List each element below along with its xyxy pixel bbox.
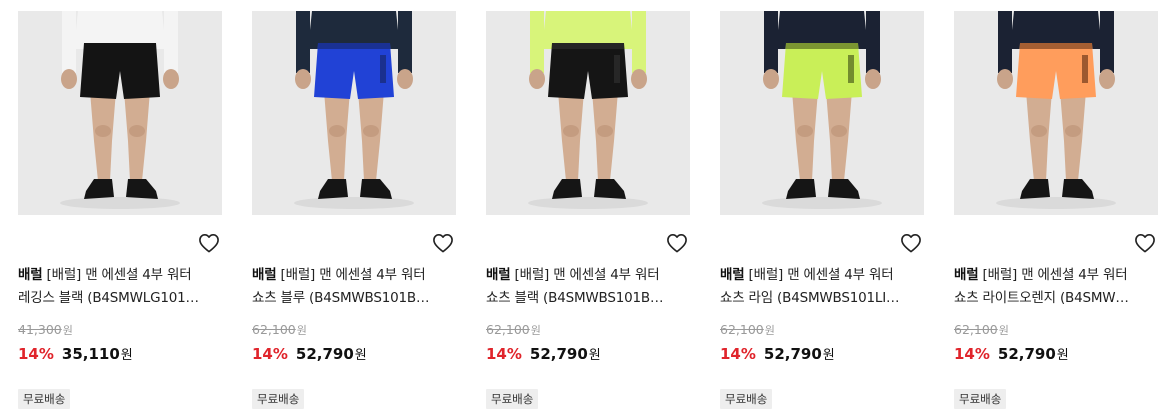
discount-rate: 14%	[720, 345, 756, 363]
free-shipping-badge: 무료배송	[486, 389, 539, 409]
model-photo	[486, 11, 690, 215]
product-image[interactable]	[720, 11, 924, 215]
sale-price-line: 14% 52,790원	[252, 345, 367, 363]
product-title[interactable]: 배럴 [배럴] 맨 에센셜 4부 워터 쇼츠 블랙 (B4SMWBS101B…	[486, 264, 692, 310]
product-card[interactable]: 배럴 [배럴] 맨 에센셜 4부 워터 쇼츠 라임 (B4SMWBS101LI……	[720, 11, 924, 409]
discount-rate: 14%	[954, 345, 990, 363]
original-price: 41,300원	[18, 322, 73, 337]
free-shipping-badge: 무료배송	[18, 389, 71, 409]
heart-outline-icon[interactable]	[666, 233, 688, 253]
discount-rate: 14%	[252, 345, 288, 363]
sale-price: 52,790	[529, 345, 588, 363]
product-name-line2: 쇼츠 블루 (B4SMWBS101B…	[252, 290, 430, 306]
sale-price-line: 14% 52,790원	[720, 345, 835, 363]
brand-name: 배럴	[252, 267, 277, 283]
product-name-line1: [배럴] 맨 에센셜 4부 워터	[514, 267, 660, 283]
brand-name: 배럴	[954, 267, 979, 283]
product-title[interactable]: 배럴 [배럴] 맨 에센셜 4부 워터 쇼츠 라임 (B4SMWBS101LI…	[720, 264, 926, 310]
product-name-line1: [배럴] 맨 에센셜 4부 워터	[46, 267, 192, 283]
free-shipping-badge: 무료배송	[720, 389, 773, 409]
discount-rate: 14%	[486, 345, 522, 363]
product-name-line2: 레깅스 블랙 (B4SMWLG101…	[18, 290, 199, 306]
product-image[interactable]	[252, 11, 456, 215]
product-image[interactable]	[18, 11, 222, 215]
product-card[interactable]: 배럴 [배럴] 맨 에센셜 4부 워터 쇼츠 블랙 (B4SMWBS101B… …	[486, 11, 690, 409]
product-image[interactable]	[954, 11, 1158, 215]
product-grid: 배럴 [배럴] 맨 에센셜 4부 워터 레깅스 블랙 (B4SMWLG101… …	[0, 0, 1164, 412]
heart-outline-icon[interactable]	[198, 233, 220, 253]
product-title[interactable]: 배럴 [배럴] 맨 에센셜 4부 워터 쇼츠 블루 (B4SMWBS101B…	[252, 264, 458, 310]
model-photo	[954, 11, 1158, 215]
product-name-line2: 쇼츠 라이트오렌지 (B4SMW…	[954, 290, 1129, 306]
original-price: 62,100원	[954, 322, 1009, 337]
product-card[interactable]: 배럴 [배럴] 맨 에센셜 4부 워터 쇼츠 블루 (B4SMWBS101B… …	[252, 11, 456, 409]
sale-price-line: 14% 35,110원	[18, 345, 133, 363]
model-photo	[18, 11, 222, 215]
brand-name: 배럴	[720, 267, 745, 283]
heart-outline-icon[interactable]	[900, 233, 922, 253]
product-title[interactable]: 배럴 [배럴] 맨 에센셜 4부 워터 쇼츠 라이트오렌지 (B4SMW…	[954, 264, 1160, 310]
brand-name: 배럴	[18, 267, 43, 283]
product-name-line2: 쇼츠 라임 (B4SMWBS101LI…	[720, 290, 900, 306]
sale-price-line: 14% 52,790원	[954, 345, 1069, 363]
product-name-line1: [배럴] 맨 에센셜 4부 워터	[982, 267, 1128, 283]
sale-price: 52,790	[295, 345, 354, 363]
sale-price: 35,110	[61, 345, 120, 363]
sale-price-line: 14% 52,790원	[486, 345, 601, 363]
model-photo	[720, 11, 924, 215]
product-image[interactable]	[486, 11, 690, 215]
product-name-line1: [배럴] 맨 에센셜 4부 워터	[280, 267, 426, 283]
product-card[interactable]: 배럴 [배럴] 맨 에센셜 4부 워터 쇼츠 라이트오렌지 (B4SMW… 62…	[954, 11, 1158, 409]
product-title[interactable]: 배럴 [배럴] 맨 에센셜 4부 워터 레깅스 블랙 (B4SMWLG101…	[18, 264, 224, 310]
original-price: 62,100원	[720, 322, 775, 337]
original-price: 62,100원	[252, 322, 307, 337]
heart-outline-icon[interactable]	[432, 233, 454, 253]
sale-price: 52,790	[763, 345, 822, 363]
product-name-line2: 쇼츠 블랙 (B4SMWBS101B…	[486, 290, 664, 306]
heart-outline-icon[interactable]	[1134, 233, 1156, 253]
model-photo	[252, 11, 456, 215]
free-shipping-badge: 무료배송	[252, 389, 305, 409]
product-card[interactable]: 배럴 [배럴] 맨 에센셜 4부 워터 레깅스 블랙 (B4SMWLG101… …	[18, 11, 222, 409]
free-shipping-badge: 무료배송	[954, 389, 1007, 409]
sale-price: 52,790	[997, 345, 1056, 363]
discount-rate: 14%	[18, 345, 54, 363]
brand-name: 배럴	[486, 267, 511, 283]
original-price: 62,100원	[486, 322, 541, 337]
product-name-line1: [배럴] 맨 에센셜 4부 워터	[748, 267, 894, 283]
